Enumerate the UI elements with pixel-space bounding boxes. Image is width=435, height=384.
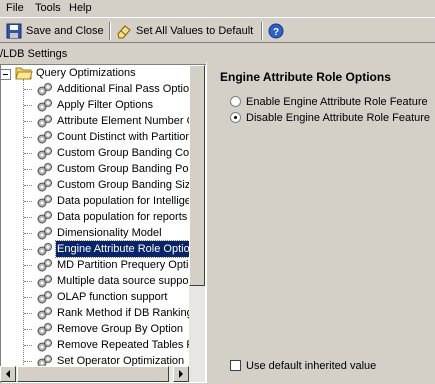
scroll-left-button[interactable] <box>0 366 16 382</box>
tree-connector <box>24 89 32 90</box>
toolbar-separator <box>109 22 111 40</box>
tree-item-label: Remove Repeated Tables F <box>57 339 194 351</box>
settings-category-label: /LDB Settings <box>0 48 68 60</box>
save-icon <box>6 23 22 39</box>
radio-disable[interactable] <box>230 112 241 123</box>
radio-enable[interactable] <box>230 96 241 107</box>
save-and-close-label: Save and Close <box>26 25 104 37</box>
default-value-checkbox-label: Use default inherited value <box>246 360 377 372</box>
menu-help[interactable]: Help <box>69 1 92 15</box>
options-title: Engine Attribute Role Options <box>220 70 391 84</box>
tree-item-label: Custom Group Banding Poin <box>57 163 198 175</box>
gear-icon <box>37 291 52 304</box>
tree-horizontal-scrollbar[interactable] <box>0 366 205 382</box>
tree-item-label: Data population for Intellige <box>57 195 191 207</box>
tree-vertical-scrollbar[interactable] <box>189 65 205 366</box>
gear-icon <box>37 147 52 160</box>
settings-tree[interactable]: Query Optimizations Additional Final Pas… <box>0 64 207 383</box>
radio-disable-label: Disable Engine Attribute Role Feature <box>246 112 431 124</box>
default-value-checkbox[interactable] <box>230 360 241 371</box>
toolbar: Save and Close Set All Values to Default… <box>0 17 435 43</box>
menu-file[interactable]: File <box>6 1 24 15</box>
toolbar-separator <box>261 22 263 40</box>
help-icon: ? <box>268 23 284 39</box>
tree-item-label: Rank Method if DB Ranking <box>57 307 193 319</box>
tree-root-label: Query Optimizations <box>36 67 136 79</box>
gear-icon <box>37 179 52 192</box>
eraser-icon <box>117 25 131 39</box>
tree-connector <box>24 217 32 218</box>
tree-connector <box>24 313 32 314</box>
tree-connector <box>24 265 32 266</box>
arrow-left-icon <box>6 370 10 378</box>
tree-item-label: Engine Attribute Role Optio <box>55 240 192 258</box>
tree-connector <box>24 185 32 186</box>
gear-icon <box>37 99 52 112</box>
tree-connector <box>24 137 32 138</box>
tree-connector <box>24 233 32 234</box>
tree-connector <box>24 105 32 106</box>
gear-icon <box>37 339 52 352</box>
gear-icon <box>37 163 52 176</box>
tree-connector <box>24 281 32 282</box>
menu-bar: File Tools Help <box>0 0 435 16</box>
help-button[interactable]: ? <box>268 21 286 41</box>
vertical-scroll-thumb[interactable] <box>189 65 205 286</box>
gear-icon <box>37 275 52 288</box>
gear-icon <box>37 83 52 96</box>
tree-connector <box>24 345 32 346</box>
tree-item-label: Apply Filter Options <box>57 99 153 111</box>
svg-text:?: ? <box>273 27 279 38</box>
tree-item-label: Dimensionality Model <box>57 227 162 239</box>
tree-connector <box>24 297 32 298</box>
menu-tools[interactable]: Tools <box>35 1 61 15</box>
collapse-toggle-icon[interactable] <box>1 69 11 80</box>
tree-item-label: Count Distinct with Partition <box>57 131 192 143</box>
gear-icon <box>37 307 52 320</box>
tree-item-label: Attribute Element Number C <box>57 115 195 127</box>
horizontal-scroll-thumb[interactable] <box>17 366 169 382</box>
tree-item-label: OLAP function support <box>57 291 168 303</box>
gear-icon <box>37 259 52 272</box>
gear-icon <box>37 243 52 256</box>
scroll-right-button[interactable] <box>173 366 189 382</box>
tree-item-label: Remove Group By Option <box>57 323 183 335</box>
tree-connector <box>24 201 32 202</box>
gear-icon <box>37 115 52 128</box>
gear-icon <box>37 227 52 240</box>
gear-icon <box>37 211 52 224</box>
tree-item-label: Custom Group Banding Cour <box>57 147 199 159</box>
save-and-close-button[interactable]: Save and Close <box>6 21 104 41</box>
gear-icon <box>37 323 52 336</box>
tree-item-label: Data population for reports <box>57 211 188 223</box>
arrow-right-icon <box>179 370 183 378</box>
tree-connector <box>23 79 24 369</box>
tree-item-label: MD Partition Prequery Optic <box>57 259 194 271</box>
set-all-default-label: Set All Values to Default <box>136 25 254 37</box>
tree-connector <box>24 249 32 250</box>
tree-connector <box>24 169 32 170</box>
tree-item-label: Multiple data source suppor <box>57 275 193 287</box>
gear-icon <box>37 195 52 208</box>
tree-item-label: Custom Group Banding Size <box>57 179 197 191</box>
options-panel: Engine Attribute Role Options Enable Eng… <box>212 62 435 382</box>
gear-icon <box>37 131 52 144</box>
tree-connector <box>24 329 32 330</box>
tree-connector <box>24 153 32 154</box>
tree-connector <box>24 121 32 122</box>
set-all-default-button[interactable]: Set All Values to Default <box>116 21 256 41</box>
radio-enable-label: Enable Engine Attribute Role Feature <box>246 96 428 108</box>
tree-item-label: Additional Final Pass Option <box>57 83 196 95</box>
folder-open-icon <box>15 67 33 80</box>
tree-connector <box>24 361 32 362</box>
